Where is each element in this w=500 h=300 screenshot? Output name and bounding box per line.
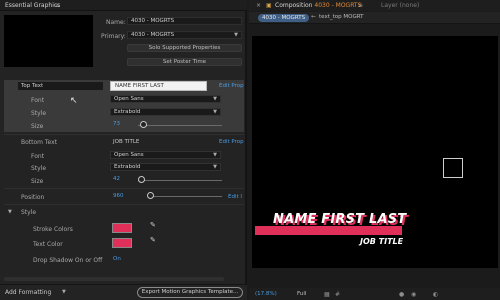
divider xyxy=(4,188,244,189)
composition-tab[interactable]: Composition 4030 - MOGRTS xyxy=(275,2,361,9)
stroke-colors-label: Stroke Colors xyxy=(33,226,73,233)
chevron-down-icon[interactable]: ▼ xyxy=(62,289,66,295)
bottom-size-value[interactable]: 42 xyxy=(113,176,120,182)
drop-shadow-label: Drop Shadow On or Off xyxy=(33,257,103,264)
composition-tab-name: 4030 - MOGRTS xyxy=(314,2,362,9)
bottom-font-dropdown[interactable]: Open Sans ▼ xyxy=(110,151,221,159)
composition-tab-prefix: Composition xyxy=(275,2,313,9)
chevron-down-icon: ▼ xyxy=(213,109,217,115)
name-field[interactable]: 4030 - MOGRTS xyxy=(127,17,242,25)
chevron-down-icon: ▼ xyxy=(234,32,238,38)
close-icon[interactable]: × xyxy=(256,2,261,9)
primary-select-value: 4030 - MOGRTS xyxy=(131,32,175,38)
position-value[interactable]: 960 xyxy=(113,193,124,199)
export-mogrt-button[interactable]: Export Motion Graphics Template... xyxy=(137,287,243,298)
primary-select[interactable]: 4030 - MOGRTS ▼ xyxy=(127,31,242,39)
top-size-slider-handle[interactable] xyxy=(140,121,147,128)
top-text-edit-link[interactable]: Edit Prop xyxy=(219,83,244,89)
composition-navigator: 4030 - MOGRTS ← text_top MOGRT xyxy=(249,12,500,24)
bottom-size-slider[interactable] xyxy=(138,180,222,181)
bottom-style-label: Style xyxy=(31,165,47,172)
bottom-font-value: Open Sans xyxy=(114,152,144,158)
grid-icon[interactable]: # xyxy=(335,291,340,298)
stroke-color-swatch[interactable] xyxy=(112,223,132,233)
top-size-label: Size xyxy=(31,123,44,130)
panel-header: Essential Graphics ≡ xyxy=(0,0,247,11)
chevron-down-icon: ▼ xyxy=(213,152,217,158)
resolution-select[interactable]: Full xyxy=(297,291,306,297)
add-formatting-button[interactable]: Add Formatting xyxy=(5,289,51,296)
null-object-box[interactable] xyxy=(443,158,463,178)
primary-label: Primary: xyxy=(101,33,126,40)
solo-properties-button[interactable]: Solo Supported Properties xyxy=(127,44,242,52)
name-text[interactable]: NAME FIRST LAST xyxy=(273,212,406,227)
top-style-label: Style xyxy=(31,110,47,117)
drop-shadow-toggle[interactable]: On xyxy=(113,256,121,262)
position-slider[interactable] xyxy=(151,196,222,197)
bottom-text-layer-name[interactable]: Bottom Text xyxy=(21,139,57,146)
top-size-value[interactable]: 73 xyxy=(113,121,120,127)
bottom-style-value: Extrabold xyxy=(114,164,141,170)
bottom-text-input[interactable]: JOB TITLE xyxy=(113,139,139,145)
top-font-label: Font xyxy=(31,97,45,104)
collapse-chevron-icon[interactable]: ▼ xyxy=(8,209,12,215)
top-style-value: Extrabold xyxy=(114,109,141,115)
panel-title[interactable]: Essential Graphics xyxy=(5,2,60,9)
poster-thumbnail xyxy=(4,15,93,67)
composition-viewer[interactable]: NAME FIRST LAST NAME FIRST LAST JOB TITL… xyxy=(252,36,498,268)
top-size-slider[interactable] xyxy=(138,125,222,126)
viewer-controls: (17.8%) Full ▦ # ● ◉ ◐ xyxy=(249,288,500,300)
layer-tab[interactable]: Layer (none) xyxy=(381,2,419,9)
set-poster-time-button[interactable]: Set Poster Time xyxy=(127,58,242,66)
nested-composition-tab[interactable]: text_top MOGRT xyxy=(319,14,363,20)
lock-icon[interactable]: ▣ xyxy=(266,2,272,9)
zoom-level[interactable]: (17.8%) xyxy=(255,291,277,297)
text-color-swatch[interactable] xyxy=(112,238,132,248)
top-font-dropdown[interactable]: Open Sans ▼ xyxy=(110,95,221,103)
divider xyxy=(4,204,244,205)
bottom-font-label: Font xyxy=(31,153,45,160)
exposure-icon[interactable]: ◐ xyxy=(433,291,438,298)
chevron-down-icon: ▼ xyxy=(213,164,217,170)
top-text-layer-name[interactable]: Top Text xyxy=(18,82,103,90)
region-icon[interactable]: ▦ xyxy=(324,291,330,298)
bottom-style-dropdown[interactable]: Extrabold ▼ xyxy=(110,163,221,171)
position-edit-link[interactable]: Edit I xyxy=(228,194,242,200)
name-label: Name: xyxy=(106,19,126,26)
top-style-dropdown[interactable]: Extrabold ▼ xyxy=(110,108,221,116)
panel-menu-icon[interactable]: ≡ xyxy=(358,2,363,9)
bottom-text-edit-link[interactable]: Edit Prop xyxy=(219,139,244,145)
channel-icon[interactable]: ● xyxy=(399,291,404,298)
eyedropper-icon[interactable]: ✎ xyxy=(150,221,156,229)
panel-footer: Add Formatting ▼ Export Motion Graphics … xyxy=(0,284,247,300)
top-text-input[interactable]: NAME FIRST LAST xyxy=(110,81,207,91)
arrow-left-icon: ← xyxy=(311,14,316,20)
eyedropper-icon[interactable]: ✎ xyxy=(150,236,156,244)
cursor-icon: ↖ xyxy=(70,96,78,106)
bottom-size-label: Size xyxy=(31,178,44,185)
horizontal-scrollbar[interactable] xyxy=(4,277,224,281)
essential-graphics-panel: Essential Graphics ≡ Name: 4030 - MOGRTS… xyxy=(0,0,247,300)
name-field-value: 4030 - MOGRTS xyxy=(131,18,175,24)
composition-panel: × ▣ Composition 4030 - MOGRTS ≡ Layer (n… xyxy=(249,0,500,300)
chevron-down-icon: ▼ xyxy=(213,96,217,102)
position-label: Position xyxy=(21,194,45,201)
panel-menu-icon[interactable]: ≡ xyxy=(55,2,60,9)
text-color-label: Text Color xyxy=(33,241,63,248)
position-slider-handle[interactable] xyxy=(147,192,154,199)
composition-tab-bar: × ▣ Composition 4030 - MOGRTS ≡ Layer (n… xyxy=(249,0,500,11)
top-font-value: Open Sans xyxy=(114,96,144,102)
divider xyxy=(4,134,244,135)
active-composition-tab[interactable]: 4030 - MOGRTS xyxy=(258,14,310,22)
job-title-text[interactable]: JOB TITLE xyxy=(360,237,403,246)
bottom-size-slider-handle[interactable] xyxy=(138,176,145,183)
camera-icon[interactable]: ◉ xyxy=(411,291,416,298)
style-group-label: Style xyxy=(21,209,37,216)
